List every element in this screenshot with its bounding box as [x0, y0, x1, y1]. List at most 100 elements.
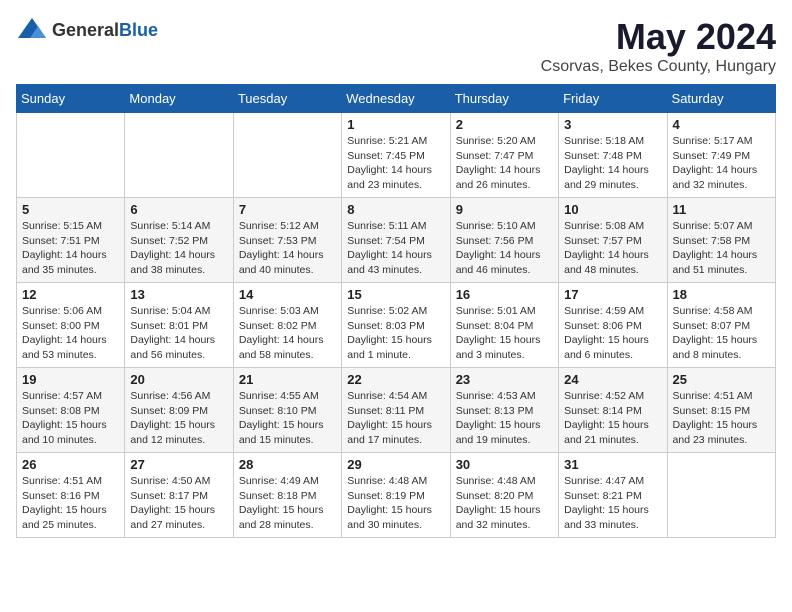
calendar-cell: 23 Sunrise: 4:53 AM Sunset: 8:13 PM Dayli…	[450, 368, 558, 453]
day-number: 28	[239, 457, 336, 472]
weekday-header-row: SundayMondayTuesdayWednesdayThursdayFrid…	[17, 85, 776, 113]
calendar-cell: 1Sunrise: 5:21 AM Sunset: 7:45 PM Daylig…	[342, 113, 450, 198]
calendar-cell: 28 Sunrise: 4:49 AM Sunset: 8:18 PM Dayli…	[233, 453, 341, 538]
day-number: 2	[456, 117, 553, 132]
day-number: 11	[673, 202, 770, 217]
calendar-cell: 5Sunrise: 5:15 AM Sunset: 7:51 PM Daylig…	[17, 198, 125, 283]
calendar-cell: 17Sunrise: 4:59 AM Sunset: 8:06 PM Dayli…	[559, 283, 667, 368]
calendar-cell: 7 Sunrise: 5:12 AM Sunset: 7:53 PM Daylig…	[233, 198, 341, 283]
logo-text-blue: Blue	[119, 20, 158, 40]
day-info: Sunrise: 5:20 AM Sunset: 7:47 PM Dayligh…	[456, 134, 553, 193]
calendar-cell: 31 Sunrise: 4:47 AM Sunset: 8:21 PM Dayli…	[559, 453, 667, 538]
day-info: Sunrise: 5:10 AM Sunset: 7:56 PM Dayligh…	[456, 219, 553, 278]
calendar-cell: 22 Sunrise: 4:54 AM Sunset: 8:11 PM Dayli…	[342, 368, 450, 453]
title-area: May 2024 Csorvas, Bekes County, Hungary	[541, 16, 776, 76]
day-number: 21	[239, 372, 336, 387]
weekday-header-sunday: Sunday	[17, 85, 125, 113]
calendar-cell: 13 Sunrise: 5:04 AM Sunset: 8:01 PM Dayli…	[125, 283, 233, 368]
calendar-cell: 2 Sunrise: 5:20 AM Sunset: 7:47 PM Daylig…	[450, 113, 558, 198]
page-header: GeneralBlue May 2024 Csorvas, Bekes Coun…	[16, 16, 776, 76]
day-number: 20	[130, 372, 227, 387]
calendar-cell	[17, 113, 125, 198]
day-number: 29	[347, 457, 444, 472]
day-number: 31	[564, 457, 661, 472]
location-title: Csorvas, Bekes County, Hungary	[541, 58, 776, 76]
day-info: Sunrise: 4:50 AM Sunset: 8:17 PM Dayligh…	[130, 474, 227, 533]
day-number: 13	[130, 287, 227, 302]
day-number: 9	[456, 202, 553, 217]
calendar-table: SundayMondayTuesdayWednesdayThursdayFrid…	[16, 84, 776, 538]
week-row-3: 12Sunrise: 5:06 AM Sunset: 8:00 PM Dayli…	[17, 283, 776, 368]
calendar-cell: 29 Sunrise: 4:48 AM Sunset: 8:19 PM Dayli…	[342, 453, 450, 538]
day-info: Sunrise: 5:01 AM Sunset: 8:04 PM Dayligh…	[456, 304, 553, 363]
calendar-cell: 6 Sunrise: 5:14 AM Sunset: 7:52 PM Daylig…	[125, 198, 233, 283]
calendar-cell: 27 Sunrise: 4:50 AM Sunset: 8:17 PM Dayli…	[125, 453, 233, 538]
day-number: 14	[239, 287, 336, 302]
day-number: 23	[456, 372, 553, 387]
day-info: Sunrise: 4:47 AM Sunset: 8:21 PM Dayligh…	[564, 474, 661, 533]
logo-icon	[16, 16, 48, 44]
day-number: 15	[347, 287, 444, 302]
day-number: 25	[673, 372, 770, 387]
day-info: Sunrise: 4:48 AM Sunset: 8:20 PM Dayligh…	[456, 474, 553, 533]
calendar-cell: 26Sunrise: 4:51 AM Sunset: 8:16 PM Dayli…	[17, 453, 125, 538]
week-row-5: 26Sunrise: 4:51 AM Sunset: 8:16 PM Dayli…	[17, 453, 776, 538]
day-info: Sunrise: 4:55 AM Sunset: 8:10 PM Dayligh…	[239, 389, 336, 448]
calendar-cell	[233, 113, 341, 198]
day-info: Sunrise: 4:57 AM Sunset: 8:08 PM Dayligh…	[22, 389, 119, 448]
calendar-cell: 30 Sunrise: 4:48 AM Sunset: 8:20 PM Dayli…	[450, 453, 558, 538]
day-info: Sunrise: 5:02 AM Sunset: 8:03 PM Dayligh…	[347, 304, 444, 363]
day-info: Sunrise: 5:08 AM Sunset: 7:57 PM Dayligh…	[564, 219, 661, 278]
day-info: Sunrise: 5:07 AM Sunset: 7:58 PM Dayligh…	[673, 219, 770, 278]
day-number: 19	[22, 372, 119, 387]
day-number: 16	[456, 287, 553, 302]
day-number: 27	[130, 457, 227, 472]
week-row-1: 1Sunrise: 5:21 AM Sunset: 7:45 PM Daylig…	[17, 113, 776, 198]
weekday-header-friday: Friday	[559, 85, 667, 113]
day-info: Sunrise: 4:51 AM Sunset: 8:16 PM Dayligh…	[22, 474, 119, 533]
day-number: 18	[673, 287, 770, 302]
day-number: 7	[239, 202, 336, 217]
calendar-cell: 15 Sunrise: 5:02 AM Sunset: 8:03 PM Dayli…	[342, 283, 450, 368]
day-info: Sunrise: 5:14 AM Sunset: 7:52 PM Dayligh…	[130, 219, 227, 278]
logo-text-general: General	[52, 20, 119, 40]
day-number: 10	[564, 202, 661, 217]
day-info: Sunrise: 5:12 AM Sunset: 7:53 PM Dayligh…	[239, 219, 336, 278]
calendar-cell: 14 Sunrise: 5:03 AM Sunset: 8:02 PM Dayli…	[233, 283, 341, 368]
day-info: Sunrise: 4:48 AM Sunset: 8:19 PM Dayligh…	[347, 474, 444, 533]
day-info: Sunrise: 5:04 AM Sunset: 8:01 PM Dayligh…	[130, 304, 227, 363]
day-number: 6	[130, 202, 227, 217]
calendar-cell: 24Sunrise: 4:52 AM Sunset: 8:14 PM Dayli…	[559, 368, 667, 453]
month-title: May 2024	[541, 16, 776, 58]
day-info: Sunrise: 4:51 AM Sunset: 8:15 PM Dayligh…	[673, 389, 770, 448]
weekday-header-thursday: Thursday	[450, 85, 558, 113]
day-info: Sunrise: 5:18 AM Sunset: 7:48 PM Dayligh…	[564, 134, 661, 193]
calendar-cell: 10 Sunrise: 5:08 AM Sunset: 7:57 PM Dayli…	[559, 198, 667, 283]
day-number: 5	[22, 202, 119, 217]
weekday-header-monday: Monday	[125, 85, 233, 113]
day-number: 8	[347, 202, 444, 217]
day-number: 4	[673, 117, 770, 132]
calendar-cell: 3 Sunrise: 5:18 AM Sunset: 7:48 PM Daylig…	[559, 113, 667, 198]
day-info: Sunrise: 4:49 AM Sunset: 8:18 PM Dayligh…	[239, 474, 336, 533]
calendar-cell	[125, 113, 233, 198]
day-info: Sunrise: 4:52 AM Sunset: 8:14 PM Dayligh…	[564, 389, 661, 448]
week-row-2: 5Sunrise: 5:15 AM Sunset: 7:51 PM Daylig…	[17, 198, 776, 283]
day-number: 3	[564, 117, 661, 132]
calendar-cell: 8Sunrise: 5:11 AM Sunset: 7:54 PM Daylig…	[342, 198, 450, 283]
calendar-cell: 18 Sunrise: 4:58 AM Sunset: 8:07 PM Dayli…	[667, 283, 775, 368]
calendar-cell: 12Sunrise: 5:06 AM Sunset: 8:00 PM Dayli…	[17, 283, 125, 368]
weekday-header-wednesday: Wednesday	[342, 85, 450, 113]
day-number: 22	[347, 372, 444, 387]
day-number: 12	[22, 287, 119, 302]
day-info: Sunrise: 5:21 AM Sunset: 7:45 PM Dayligh…	[347, 134, 444, 193]
day-info: Sunrise: 5:03 AM Sunset: 8:02 PM Dayligh…	[239, 304, 336, 363]
calendar-cell	[667, 453, 775, 538]
day-number: 30	[456, 457, 553, 472]
day-info: Sunrise: 4:54 AM Sunset: 8:11 PM Dayligh…	[347, 389, 444, 448]
day-info: Sunrise: 5:17 AM Sunset: 7:49 PM Dayligh…	[673, 134, 770, 193]
calendar-cell: 20Sunrise: 4:56 AM Sunset: 8:09 PM Dayli…	[125, 368, 233, 453]
calendar-cell: 11 Sunrise: 5:07 AM Sunset: 7:58 PM Dayli…	[667, 198, 775, 283]
day-info: Sunrise: 4:58 AM Sunset: 8:07 PM Dayligh…	[673, 304, 770, 363]
day-info: Sunrise: 4:53 AM Sunset: 8:13 PM Dayligh…	[456, 389, 553, 448]
